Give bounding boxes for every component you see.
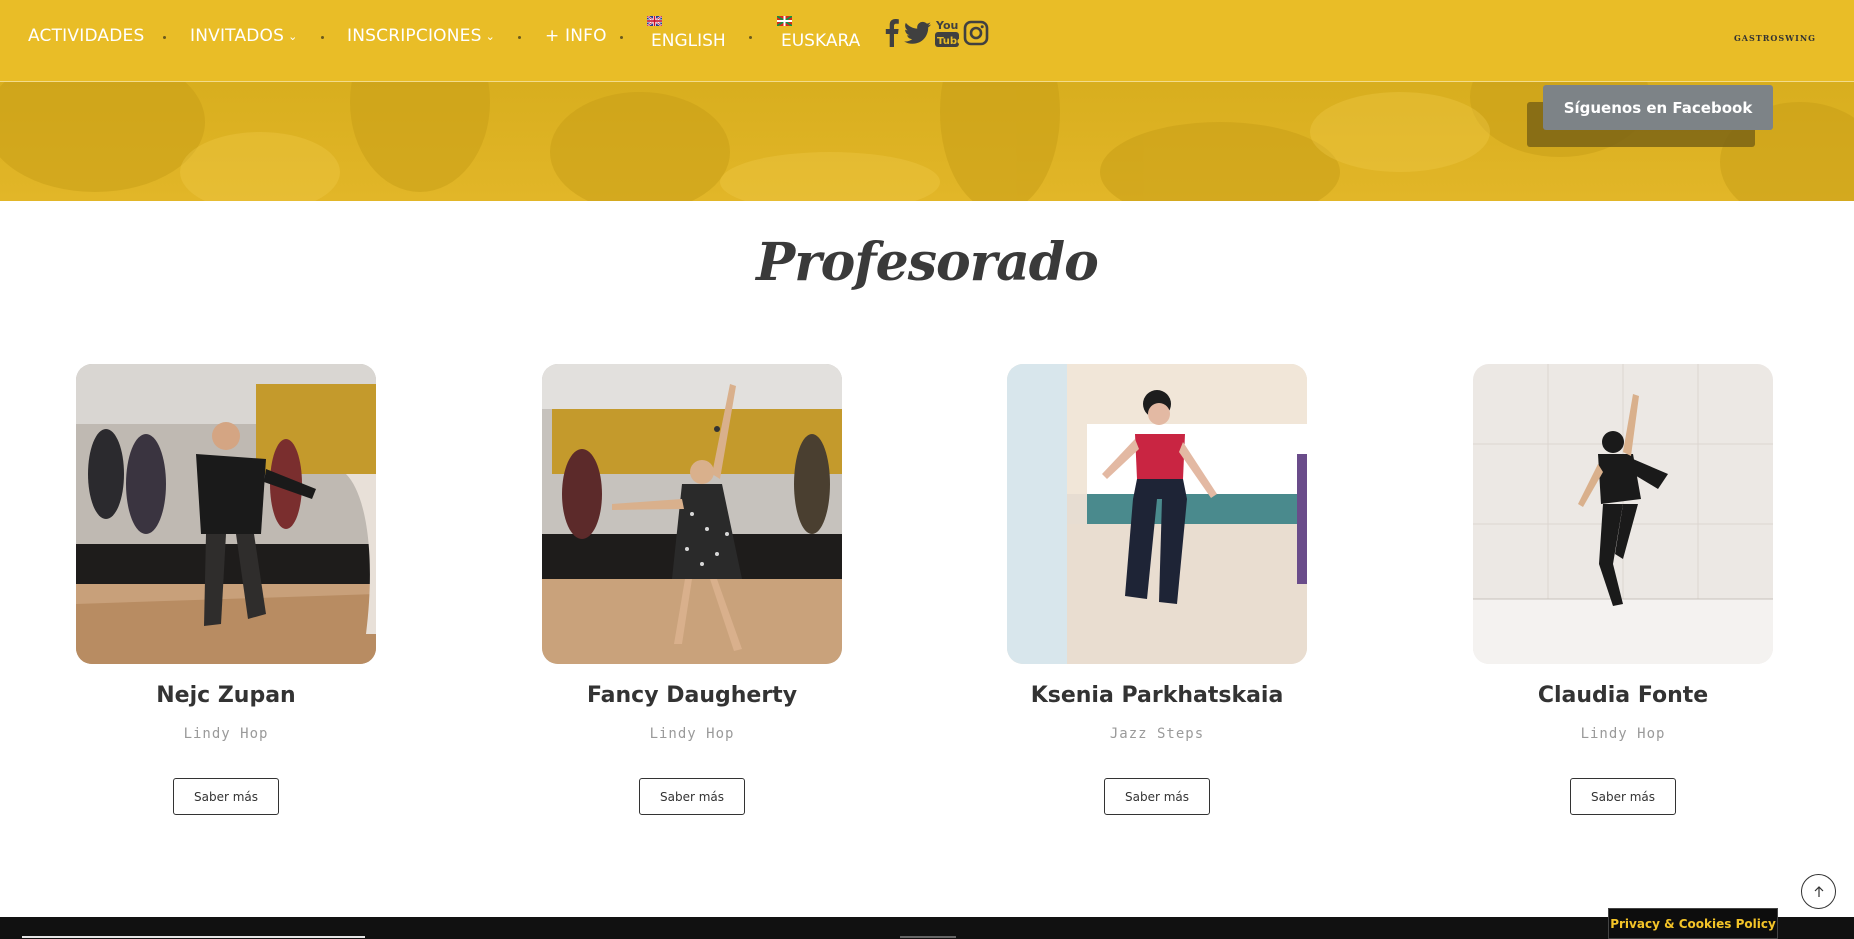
lang-euskara[interactable]: EUSKARA: [777, 16, 860, 51]
site-logo[interactable]: GASTROSWING: [1734, 33, 1816, 43]
teacher-photo[interactable]: [1473, 364, 1773, 664]
saber-mas-button[interactable]: Saber más: [1104, 778, 1210, 815]
teacher-name: Fancy Daugherty: [586, 683, 798, 708]
teacher-dance-style: Lindy Hop: [1580, 726, 1666, 742]
nav-separator: [321, 36, 324, 39]
top-navigation: ACTIVIDADES INVITADOS ⌄ INSCRIPCIONES ⌄ + …: [0, 0, 1854, 82]
lang-english[interactable]: ENGLISH: [647, 16, 726, 51]
teacher-photo[interactable]: [1007, 364, 1307, 664]
nav-separator: [620, 36, 623, 39]
saber-mas-button[interactable]: Saber más: [639, 778, 745, 815]
svg-text:Tube: Tube: [937, 36, 959, 47]
teacher-name: Claudia Fonte: [1537, 683, 1709, 708]
chevron-down-icon: ⌄: [485, 30, 496, 43]
teacher-photo[interactable]: [542, 364, 842, 664]
youtube-icon[interactable]: You Tube: [935, 18, 964, 53]
chevron-down-icon: ⌄: [288, 30, 298, 43]
uk-flag-icon: [647, 16, 662, 26]
hero-banner: Síguenos en Facebook: [0, 82, 1854, 201]
saber-mas-button[interactable]: Saber más: [1570, 778, 1676, 815]
saber-mas-button[interactable]: Saber más: [173, 778, 279, 815]
teacher-dance-style: Lindy Hop: [183, 726, 269, 742]
teacher-card: Ksenia Parkhatskaia Jazz Steps Saber más: [1007, 364, 1307, 815]
nav-separator: [749, 36, 752, 39]
nav-separator: [163, 36, 166, 39]
nav-item-actividades[interactable]: ACTIVIDADES: [28, 26, 145, 46]
teacher-dance-style: Lindy Hop: [649, 726, 735, 742]
footer-divider: [22, 936, 365, 938]
svg-text:You: You: [935, 19, 958, 32]
section-title: Profesorado: [756, 232, 1099, 293]
privacy-cookies-policy-button[interactable]: Privacy & Cookies Policy: [1608, 908, 1778, 939]
nav-item-invitados[interactable]: INVITADOS ⌄: [190, 26, 298, 46]
teacher-photo[interactable]: [76, 364, 376, 664]
teacher-card: Nejc Zupan Lindy Hop Saber más: [76, 364, 376, 815]
social-links: You Tube: [884, 18, 989, 53]
teacher-name: Nejc Zupan: [156, 683, 296, 708]
teacher-dance-style: Jazz Steps: [1109, 726, 1205, 742]
facebook-icon[interactable]: [884, 19, 900, 52]
nav-separator: [518, 36, 521, 39]
scroll-to-top-button[interactable]: [1801, 874, 1836, 909]
teacher-card: Fancy Daugherty Lindy Hop Saber más: [542, 364, 842, 815]
nav-item-info[interactable]: + INFO: [545, 26, 607, 46]
footer-divider: [900, 936, 956, 938]
instagram-icon[interactable]: [963, 20, 989, 51]
teacher-name: Ksenia Parkhatskaia: [1030, 683, 1284, 708]
twitter-icon[interactable]: [904, 21, 931, 50]
nav-item-inscripciones[interactable]: INSCRIPCIONES ⌄: [347, 26, 495, 46]
basque-flag-icon: [777, 16, 792, 26]
facebook-follow-button[interactable]: Síguenos en Facebook: [1543, 85, 1773, 130]
teacher-card: Claudia Fonte Lindy Hop Saber más: [1473, 364, 1773, 815]
arrow-up-icon: [1814, 885, 1823, 897]
